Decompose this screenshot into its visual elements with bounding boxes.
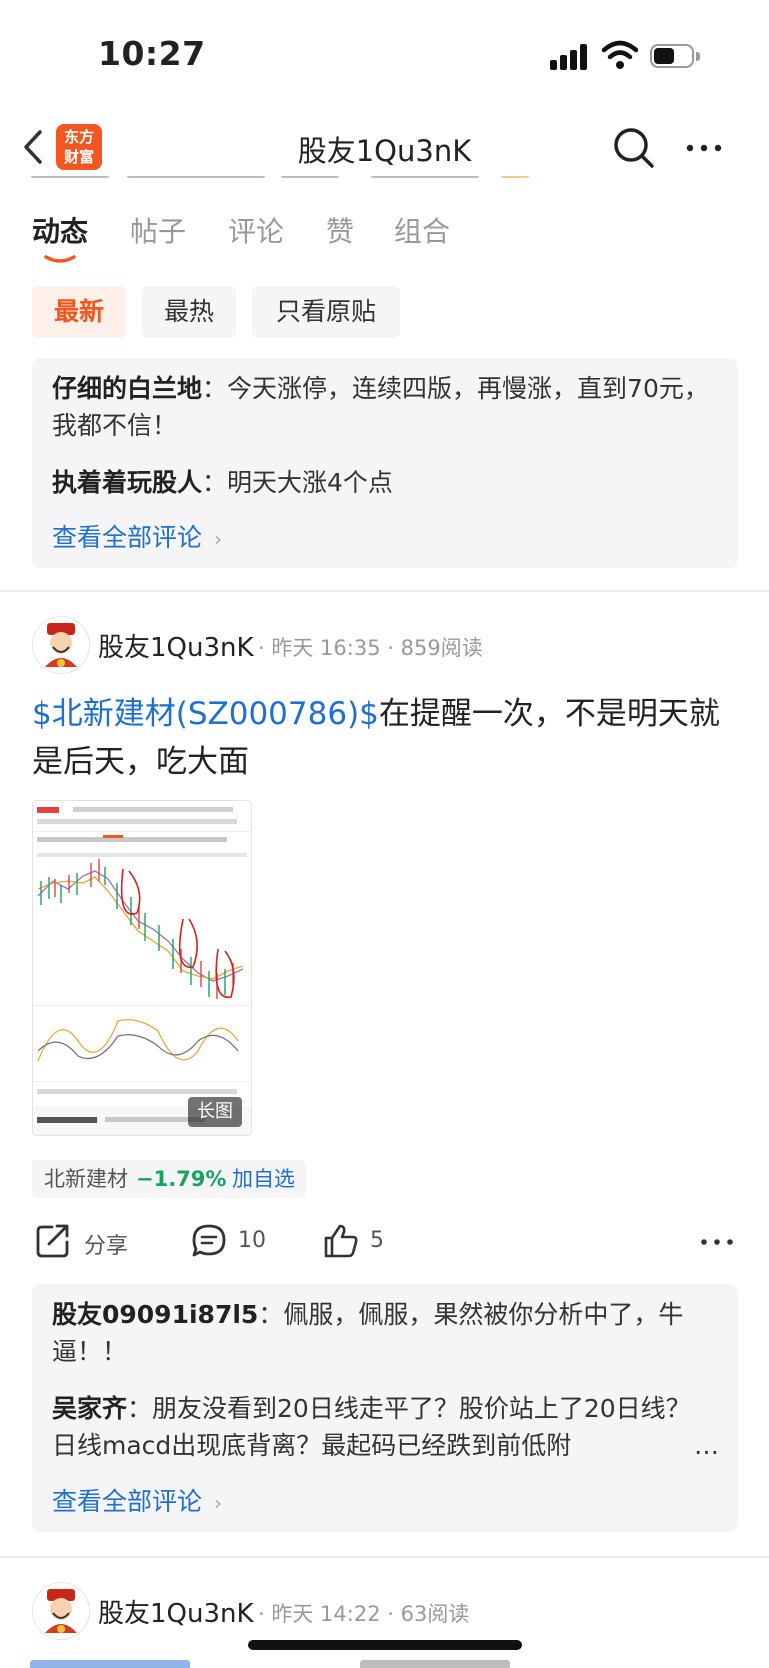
- cellular-signal-icon: [550, 44, 590, 70]
- comment-sep: ：: [202, 374, 228, 403]
- post-more-icon[interactable]: [700, 1232, 734, 1252]
- avatar[interactable]: [32, 1582, 90, 1640]
- add-to-watchlist-button[interactable]: 加自选: [232, 1160, 295, 1198]
- thumbs-up-icon: [324, 1224, 358, 1258]
- logo-text-line2: 财富: [63, 148, 94, 166]
- stock-tag-name: 北新建材: [44, 1167, 128, 1191]
- comment-text: 明天大涨4个点: [227, 468, 393, 497]
- share-button[interactable]: 分享: [34, 1222, 144, 1262]
- like-button[interactable]: 5: [322, 1222, 422, 1262]
- post-author[interactable]: 股友1Qu3nK: [98, 1593, 254, 1630]
- filter-hottest[interactable]: 最热: [142, 286, 236, 338]
- post-image[interactable]: [32, 800, 252, 1136]
- comment-user[interactable]: 股友09091i87l5: [52, 1300, 258, 1329]
- section-divider: [0, 1556, 769, 1558]
- filter-latest[interactable]: 最新: [32, 286, 126, 338]
- post-content[interactable]: $北新建材(SZ000786)$在提醒一次，不是明天就是后天，吃大面: [32, 690, 732, 786]
- tab-dynamic[interactable]: 动态: [32, 210, 88, 250]
- comment-user[interactable]: 仔细的白兰地: [52, 374, 202, 403]
- post-time: 昨天 14:22: [271, 1602, 381, 1626]
- logo-text-line1: 东方: [63, 128, 94, 146]
- post-time: 昨天 16:35: [271, 636, 381, 660]
- truncation-ellipsis: …: [694, 1431, 719, 1460]
- comment-item[interactable]: 股友09091i87l5：佩服，佩服，果然被你分析中了，牛逼！！: [52, 1296, 718, 1370]
- more-options-icon[interactable]: [684, 130, 724, 166]
- stock-tag-change: −1.79%: [136, 1167, 227, 1191]
- tab-posts[interactable]: 帖子: [130, 210, 186, 250]
- post-meta: · 昨天 14:22 · 63阅读: [258, 1598, 469, 1628]
- view-all-label: 查看全部评论: [52, 1487, 203, 1516]
- stock-link[interactable]: $北新建材(SZ000786)$: [32, 696, 379, 732]
- post-reads: 63阅读: [400, 1602, 470, 1626]
- post-comments-box: 股友09091i87l5：佩服，佩服，果然被你分析中了，牛逼！！ 吴家齐：朋友没…: [32, 1284, 738, 1532]
- comment-user[interactable]: 执着着玩股人: [52, 468, 202, 497]
- tab-comments[interactable]: 评论: [228, 210, 284, 250]
- avatar[interactable]: [32, 616, 90, 674]
- comment-count: 10: [238, 1228, 266, 1253]
- tab-portfolio[interactable]: 组合: [394, 210, 450, 250]
- active-tab-indicator: [44, 255, 76, 263]
- eastmoney-logo[interactable]: 东方 财富: [56, 124, 102, 170]
- view-all-label: 查看全部评论: [52, 523, 203, 552]
- back-arrow-icon[interactable]: [14, 126, 56, 168]
- home-indicator: [248, 1640, 522, 1650]
- comment-item[interactable]: 执着着玩股人：明天大涨4个点: [52, 464, 718, 501]
- clipped-header-text: [30, 176, 550, 188]
- view-all-comments-link[interactable]: 查看全部评论 ›: [52, 1482, 222, 1518]
- comment-sep: ：: [202, 468, 228, 497]
- wifi-icon: [602, 40, 638, 69]
- top-comments-box: 仔细的白兰地：今天涨停，连续四版，再慢涨，直到70元，我都不信！ 执着着玩股人：…: [32, 358, 738, 568]
- comment-button[interactable]: 10: [190, 1222, 290, 1262]
- meta-dot: ·: [258, 636, 265, 660]
- god-of-wealth-avatar-icon: [45, 623, 77, 667]
- share-label: 分享: [84, 1234, 129, 1259]
- next-post-content-peek: [30, 1658, 510, 1668]
- chevron-right-icon: ›: [213, 527, 222, 551]
- filter-original-only[interactable]: 只看原贴: [252, 286, 400, 338]
- tab-likes[interactable]: 赞: [326, 210, 354, 250]
- page-title: 股友1Qu3nK: [297, 134, 472, 168]
- meta-dot: ·: [387, 1602, 394, 1626]
- battery-icon: [650, 44, 702, 70]
- share-icon: [36, 1224, 69, 1258]
- post-meta: · 昨天 16:35 · 859阅读: [258, 632, 483, 662]
- long-image-badge: 长图: [188, 1097, 242, 1127]
- comment-bubble-icon: [192, 1224, 226, 1257]
- stock-tag[interactable]: 北新建材 −1.79% 加自选: [32, 1160, 306, 1198]
- view-all-comments-link[interactable]: 查看全部评论 ›: [52, 518, 222, 554]
- stock-chart-thumbnail: [33, 801, 251, 1135]
- comment-sep: ：: [258, 1300, 284, 1329]
- comment-sep: ：: [127, 1394, 153, 1423]
- comment-item[interactable]: 吴家齐：朋友没看到20日线走平了？股价站上了20日线？日线macd出现底背离？最…: [52, 1390, 692, 1464]
- god-of-wealth-avatar-icon: [45, 1589, 77, 1633]
- section-divider: [0, 590, 769, 592]
- comment-user[interactable]: 吴家齐: [52, 1394, 127, 1423]
- chevron-right-icon: ›: [213, 1491, 222, 1515]
- post-author[interactable]: 股友1Qu3nK: [98, 627, 254, 664]
- like-count: 5: [370, 1228, 384, 1253]
- meta-dot: ·: [387, 636, 394, 660]
- search-icon[interactable]: [610, 124, 658, 172]
- status-time: 10:27: [98, 34, 206, 73]
- comment-item[interactable]: 仔细的白兰地：今天涨停，连续四版，再慢涨，直到70元，我都不信！: [52, 370, 718, 444]
- post-reads: 859阅读: [400, 636, 483, 660]
- meta-dot: ·: [258, 1602, 265, 1626]
